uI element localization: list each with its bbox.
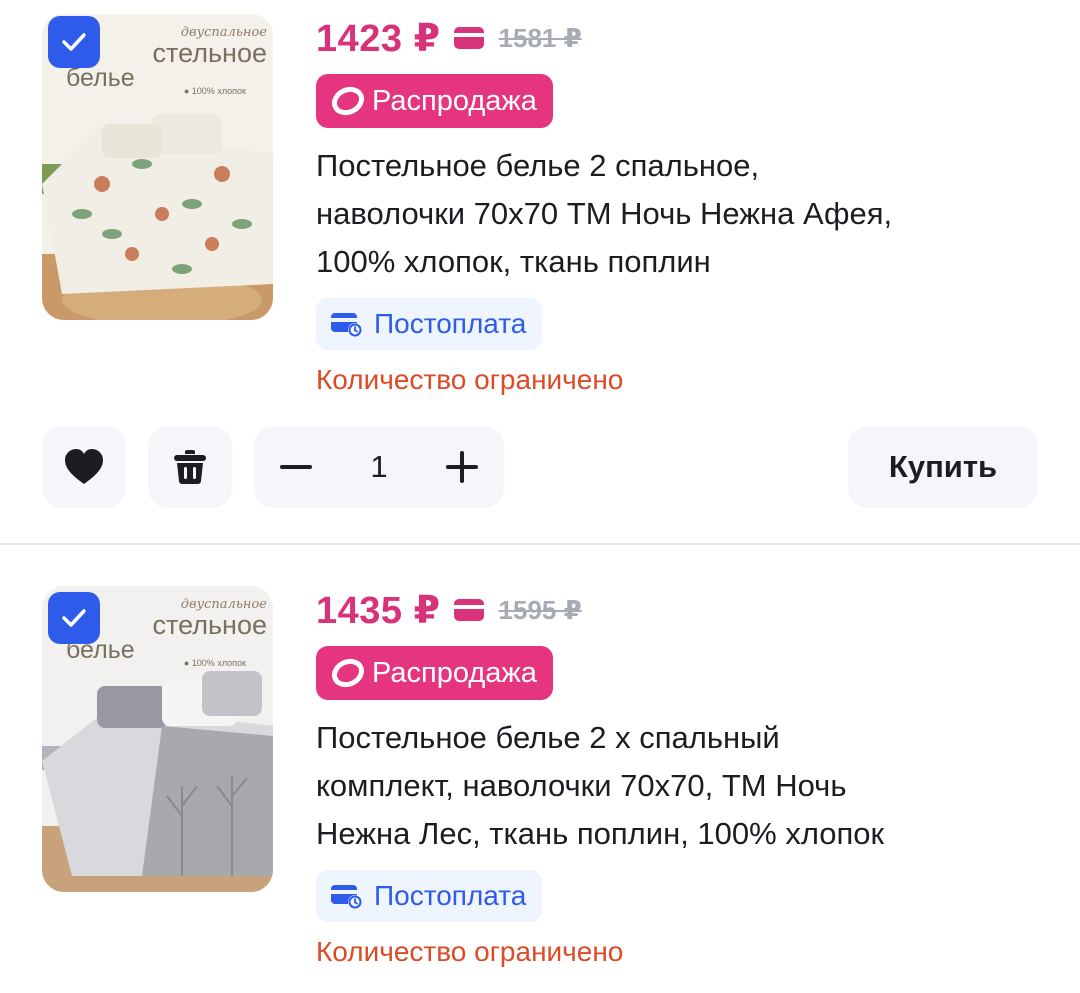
item-actions: 1 Купить xyxy=(0,426,1080,508)
select-checkbox[interactable] xyxy=(48,592,100,644)
postpay-label: Постоплата xyxy=(374,880,527,911)
title-line: наволочки 70х70 ТМ Ночь Нежна Афея, xyxy=(316,196,893,231)
sale-badge-label: Распродажа xyxy=(372,656,537,689)
item-info: 1435 ₽ 1595 ₽ Распродажа Постельное бель… xyxy=(316,586,1060,968)
quantity-stepper: 1 xyxy=(254,426,504,508)
minus-icon[interactable] xyxy=(278,449,314,485)
item-info: 1423 ₽ 1581 ₽ Распродажа Постельное бель… xyxy=(316,14,1060,396)
old-price: 1595 ₽ xyxy=(498,594,582,625)
product-title[interactable]: Постельное белье 2 спальное, наволочки 7… xyxy=(316,142,1060,286)
checkbox-checked-icon xyxy=(62,33,86,51)
image-line1-text: стельное xyxy=(153,38,267,68)
price: 1423 ₽ xyxy=(316,17,441,60)
title-line: Постельное белье 2 спальное, xyxy=(316,148,760,183)
price-row: 1435 ₽ 1595 ₽ xyxy=(316,586,1060,634)
image-tag-text: ● 100% хлопок xyxy=(184,658,246,668)
postpay-badge: Постоплата xyxy=(316,298,543,350)
delete-button[interactable] xyxy=(148,426,232,508)
heart-icon xyxy=(65,449,103,484)
cart-item: двуспальное стельное белье ● 100% хлопок… xyxy=(0,544,1080,993)
checkbox-checked-icon xyxy=(62,609,86,627)
cart-item: двуспальное стельное белье ● 100% хлопок… xyxy=(0,0,1080,543)
product-title[interactable]: Постельное белье 2 х спальный комплект, … xyxy=(316,714,1060,858)
limited-quantity-text: Количество ограничено xyxy=(316,936,624,967)
price-row: 1423 ₽ 1581 ₽ xyxy=(316,14,1060,62)
postpay-badge: Постоплата xyxy=(316,870,543,922)
sale-badge: Распродажа xyxy=(316,74,553,128)
plus-icon[interactable] xyxy=(444,449,480,485)
postpay-label: Постоплата xyxy=(374,308,527,339)
image-line2-text: белье xyxy=(66,64,135,92)
card-icon xyxy=(453,27,484,49)
trash-icon xyxy=(174,450,206,484)
sale-badge: Распродажа xyxy=(316,646,553,700)
title-line: Нежна Лес, ткань поплин, 100% хлопок xyxy=(316,816,885,851)
quantity-value: 1 xyxy=(370,449,388,484)
price: 1435 ₽ xyxy=(316,589,441,632)
image-tag-text: ● 100% хлопок xyxy=(184,86,246,96)
favorite-button[interactable] xyxy=(42,426,126,508)
limited-quantity-text: Количество ограничено xyxy=(316,364,624,395)
buy-button[interactable]: Купить xyxy=(848,426,1038,508)
sale-ring-icon xyxy=(331,658,365,688)
title-line: 100% хлопок, ткань поплин xyxy=(316,244,711,279)
select-checkbox[interactable] xyxy=(48,16,100,68)
title-line: комплект, наволочки 70х70, ТМ Ночь xyxy=(316,768,847,803)
image-line1-text: стельное xyxy=(153,610,267,640)
title-line: Постельное белье 2 х спальный xyxy=(316,720,780,755)
postpay-icon xyxy=(331,885,362,909)
old-price: 1581 ₽ xyxy=(498,22,582,53)
sale-badge-label: Распродажа xyxy=(372,84,537,117)
postpay-icon xyxy=(331,313,362,337)
sale-ring-icon xyxy=(331,86,365,116)
card-icon xyxy=(453,599,484,621)
